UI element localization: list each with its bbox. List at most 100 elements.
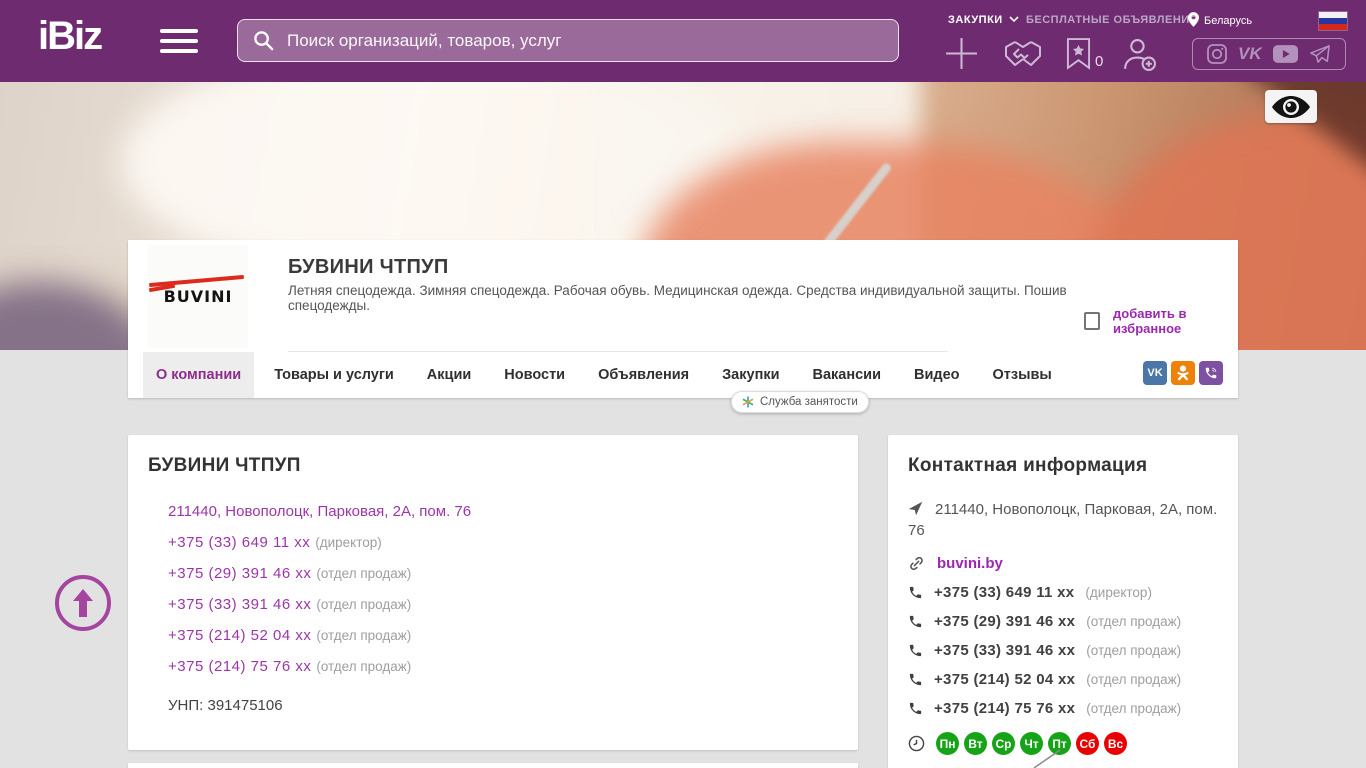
contact-address-text: 211440, Новополоцк, Парковая, 2А, пом. 7…: [908, 501, 1217, 539]
eye-icon: [1272, 96, 1310, 118]
contact-phone-row: +375 (214) 52 04 xx (отдел продаж): [908, 671, 1218, 688]
phone-label: (отдел продаж): [1086, 672, 1181, 687]
employment-service-tooltip: Служба занятости: [731, 391, 869, 413]
phone-icon: [908, 614, 923, 629]
favorites-checkbox[interactable]: [1084, 312, 1100, 330]
phone-icon: [908, 672, 923, 687]
telegram-icon[interactable]: [1309, 44, 1331, 64]
phone-label: (отдел продаж): [316, 659, 411, 674]
youtube-icon[interactable]: [1273, 45, 1298, 63]
arrow-up-icon: [72, 589, 94, 617]
phone-label: (директор): [1085, 585, 1152, 600]
phone-label: (отдел продаж): [316, 628, 411, 643]
phone-row: +375 (33) 391 46 xx (отдел продаж): [168, 596, 838, 614]
location-pin-icon: [1188, 12, 1199, 30]
day-badge-sat[interactable]: Сб: [1076, 732, 1099, 755]
phone-label: (отдел продаж): [1086, 701, 1181, 716]
vk-icon: VK: [1147, 367, 1162, 379]
company-description: Летняя спецодежда. Зимняя спецодежда. Ра…: [288, 283, 1078, 313]
russia-flag-icon[interactable]: [1319, 12, 1347, 30]
vk-icon[interactable]: VK: [1238, 44, 1262, 64]
phone-link[interactable]: +375 (29) 391 46 xx: [168, 565, 311, 582]
phone-link[interactable]: +375 (33) 391 46 xx: [168, 596, 311, 613]
site-logo[interactable]: iBiz: [38, 14, 101, 59]
contact-title: Контактная информация: [908, 455, 1218, 477]
contact-website: buvini.by: [908, 555, 1218, 572]
contact-address: 211440, Новополоцк, Парковая, 2А, пом. 7…: [908, 499, 1218, 541]
favorites-bookmark-icon[interactable]: 0: [1066, 37, 1103, 70]
phone-link[interactable]: +375 (33) 649 11 xx: [934, 584, 1074, 601]
contact-phone-row: +375 (214) 75 76 xx (отдел продаж): [908, 700, 1218, 717]
phone-label: (отдел продаж): [1086, 614, 1181, 629]
scroll-to-top-button[interactable]: [55, 575, 111, 631]
next-section-card: [128, 763, 858, 768]
handshake-icon[interactable]: [1002, 38, 1044, 71]
phone-label: (отдел продаж): [316, 597, 411, 612]
day-badge-wed[interactable]: Ср: [992, 732, 1015, 755]
contact-phone-row: +375 (29) 391 46 xx (отдел продаж): [908, 613, 1218, 630]
employment-service-icon: [742, 396, 754, 408]
site-header: iBiz ЗАКУПКИ БЕСПЛАТНЫЕ ОБЪЯВЛЕНИЯ Белар…: [0, 0, 1366, 82]
country-selector[interactable]: Беларусь: [1188, 12, 1252, 30]
search-input[interactable]: [287, 31, 884, 51]
vk-share-button[interactable]: VK: [1143, 361, 1167, 385]
menu-icon[interactable]: [160, 29, 198, 59]
phone-link[interactable]: +375 (214) 75 76 xx: [934, 700, 1075, 717]
favorites-count: 0: [1095, 53, 1103, 70]
day-badge-mon[interactable]: Пн: [936, 732, 959, 755]
company-share-buttons: VK: [1143, 361, 1223, 385]
header-social-links: VK: [1192, 38, 1346, 70]
contact-phone-row: +375 (33) 649 11 xx (директор): [908, 584, 1218, 601]
phone-link[interactable]: +375 (29) 391 46 xx: [934, 613, 1075, 630]
favorites-label: добавить в избранное: [1113, 306, 1238, 336]
company-logo: BUVINI: [154, 287, 242, 307]
phone-row: +375 (33) 649 11 xx (директор): [168, 534, 838, 552]
tab-reviews[interactable]: Отзывы: [980, 352, 1065, 398]
odnoklassniki-icon: [1176, 365, 1190, 381]
phone-label: (директор): [315, 535, 382, 550]
navigation-arrow-icon: [908, 501, 923, 516]
purchases-menu[interactable]: ЗАКУПКИ: [948, 14, 1019, 26]
tab-products[interactable]: Товары и услуги: [261, 352, 407, 398]
company-header-card: BUVINI БУВИНИ ЧТПУП Летняя спецодежда. З…: [128, 240, 1238, 398]
day-badge-sun[interactable]: Вс: [1104, 732, 1127, 755]
tooltip-pointer-line: [1032, 748, 1066, 768]
phone-label: (отдел продаж): [1086, 643, 1181, 658]
add-to-favorites[interactable]: добавить в избранное: [1084, 306, 1238, 336]
search-bar[interactable]: [237, 19, 899, 62]
phone-row: +375 (214) 75 76 xx (отдел продаж): [168, 658, 838, 676]
accessibility-eye-button[interactable]: [1265, 90, 1317, 123]
instagram-icon[interactable]: [1207, 44, 1227, 64]
phone-link[interactable]: +375 (33) 391 46 xx: [934, 642, 1075, 659]
phone-list: +375 (33) 649 11 xx (директор) +375 (29) …: [168, 534, 838, 676]
company-tabs: О компании Товары и услуги Акции Новости…: [143, 352, 1072, 398]
phone-link[interactable]: +375 (214) 75 76 xx: [168, 658, 311, 675]
tab-video[interactable]: Видео: [901, 352, 973, 398]
phone-row: +375 (214) 52 04 xx (отдел продаж): [168, 627, 838, 645]
phone-link[interactable]: +375 (33) 649 11 xx: [168, 534, 310, 551]
purchases-label: ЗАКУПКИ: [948, 14, 1003, 26]
free-ads-link[interactable]: БЕСПЛАТНЫЕ ОБЪЯВЛЕНИЯ: [1026, 14, 1198, 26]
company-address-link[interactable]: 211440, Новополоцк, Парковая, 2А, пом. 7…: [168, 503, 471, 520]
add-company-icon[interactable]: [944, 36, 979, 71]
contact-info-card: Контактная информация 211440, Новополоцк…: [888, 435, 1238, 768]
about-card: БУВИНИ ЧТПУП 211440, Новополоцк, Паркова…: [128, 435, 858, 750]
phone-icon: [908, 701, 923, 716]
phone-icon: [908, 643, 923, 658]
page: iBiz ЗАКУПКИ БЕСПЛАТНЫЕ ОБЪЯВЛЕНИЯ Белар…: [0, 0, 1366, 768]
tab-ads[interactable]: Объявления: [585, 352, 702, 398]
phone-link[interactable]: +375 (214) 52 04 xx: [934, 671, 1075, 688]
tab-about[interactable]: О компании: [143, 352, 254, 398]
phone-label: (отдел продаж): [316, 566, 411, 581]
viber-share-button[interactable]: [1199, 361, 1223, 385]
phone-link[interactable]: +375 (214) 52 04 xx: [168, 627, 311, 644]
tab-news[interactable]: Новости: [491, 352, 578, 398]
day-badge-tue[interactable]: Вт: [964, 732, 987, 755]
viber-icon: [1204, 366, 1218, 380]
employment-service-label: Служба занятости: [760, 396, 858, 408]
tab-promotions[interactable]: Акции: [414, 352, 484, 398]
register-user-icon[interactable]: [1122, 38, 1157, 71]
website-link[interactable]: buvini.by: [937, 555, 1003, 572]
country-label: Беларусь: [1204, 15, 1252, 27]
ok-share-button[interactable]: [1171, 361, 1195, 385]
